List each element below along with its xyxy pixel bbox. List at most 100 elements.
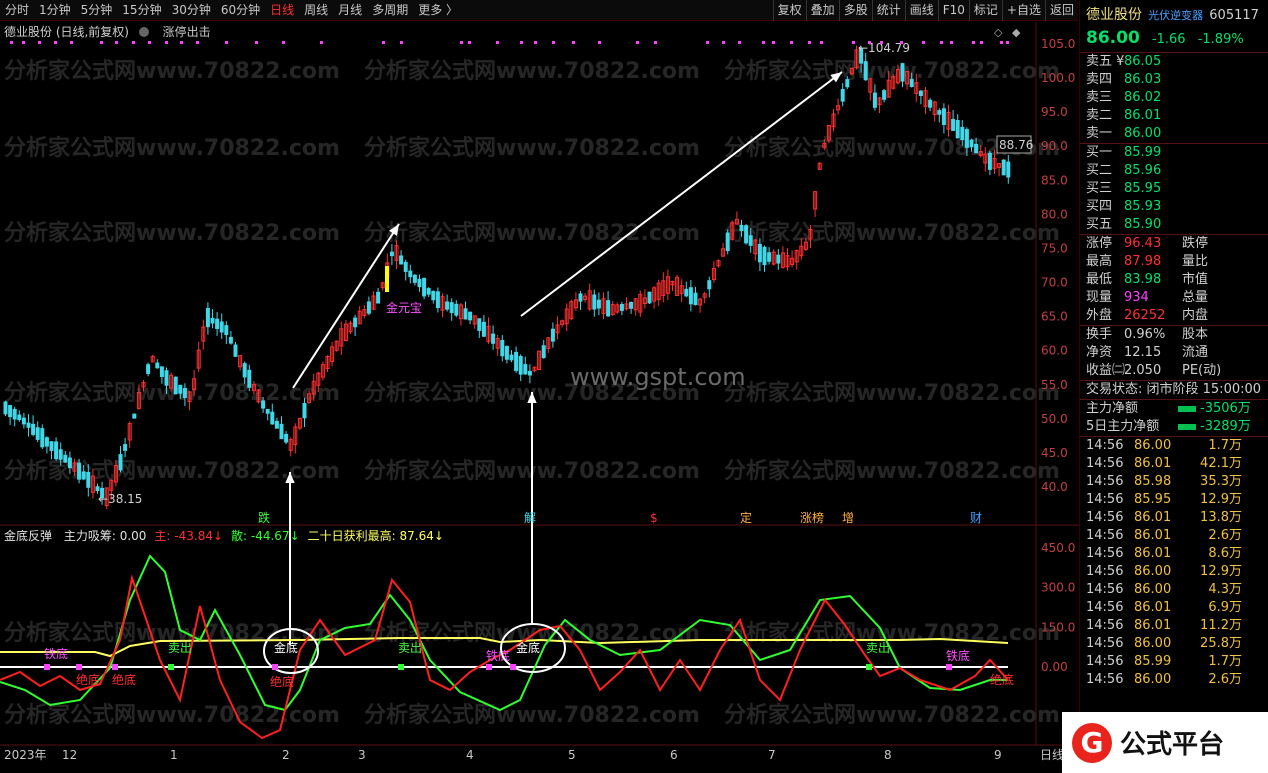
candle-body — [164, 370, 169, 386]
signal-dot — [852, 41, 855, 44]
trade-status: 交易状态: 闭市阶段 15:00:00 — [1086, 382, 1262, 397]
ask-row-3: 卖二 86.01 — [1086, 108, 1162, 123]
flow-bar-icon — [1178, 406, 1196, 412]
last-price: 86.00 — [1086, 28, 1140, 48]
candle-body — [619, 303, 624, 311]
candle-body — [261, 400, 266, 409]
candle-body — [523, 364, 528, 375]
tick-row: 14:56 86.01 2.6万 — [1086, 528, 1242, 543]
candle-body — [900, 63, 905, 82]
signal-dot — [808, 41, 811, 44]
fund-flows: 主力净额 -3506万 5日主力净额 -3289万 — [1080, 400, 1268, 436]
tick-row: 14:56 86.00 4.3万 — [1086, 582, 1242, 597]
signal-dot — [598, 41, 601, 44]
signal-dot — [790, 41, 793, 44]
candle-body — [725, 232, 730, 252]
x-axis-label: 12 — [62, 748, 77, 762]
stat-row-2: 最低 83.98 市值 — [1086, 272, 1209, 287]
event-label: 财 — [970, 511, 982, 525]
candle-body — [26, 422, 31, 428]
signal-square — [44, 664, 50, 670]
stat2-row-2: 收益㈡ 2.050 PE(动) — [1086, 363, 1222, 378]
candle-body — [514, 351, 519, 371]
x-axis-label: 7 — [768, 748, 776, 762]
candle-body — [1006, 161, 1011, 178]
signal-square — [76, 664, 82, 670]
price-tick-label: 80.0 — [1041, 207, 1068, 221]
candle-body — [417, 278, 422, 288]
x-axis-label: 2023年 — [4, 748, 47, 762]
price-tick-label: 105.0 — [1041, 37, 1075, 51]
candle-body — [412, 274, 417, 283]
stat-row-4: 外盘 26252 内盘 — [1086, 308, 1209, 323]
candle-body — [265, 408, 270, 414]
logo-g-icon: G — [1072, 722, 1112, 763]
sell-signal-label: 卖出 — [168, 641, 192, 655]
signal-dot — [148, 41, 151, 44]
watermark-text: 分析家公式网www.70822.com — [364, 220, 700, 246]
event-label: 跌 — [258, 510, 270, 525]
chart-canvas[interactable]: 分析家公式网www.70822.com 分析家公式网www.70822.com 分析… — [0, 0, 1079, 773]
candle-body — [707, 280, 712, 290]
candle-body — [1001, 159, 1006, 176]
signal-dot — [950, 41, 953, 44]
bid-row-1: 买二 85.96 — [1086, 163, 1162, 178]
signal-dot — [980, 41, 983, 44]
candle-body — [422, 277, 427, 297]
signal-dot — [320, 41, 323, 44]
indicator-signal-label: 铁底 — [946, 648, 970, 663]
candle-body — [578, 293, 583, 302]
candle-body — [270, 411, 275, 425]
candle-body — [408, 270, 413, 278]
candle-body — [840, 89, 845, 102]
stats-table: 涨停 96.43 跌停 最高 87.98 量比 最低 83.98 市值 现量 934 总量 外盘 2625… — [1080, 235, 1268, 325]
candle-body — [67, 457, 72, 469]
candle-body — [739, 224, 744, 232]
watermark-text: 分析家公式网www.70822.com — [4, 58, 340, 84]
sell-signal-label: 卖出 — [398, 641, 422, 655]
signal-square — [510, 664, 516, 670]
ask-row-1: 卖四 86.03 — [1086, 72, 1162, 87]
candle-body — [541, 345, 546, 359]
candle-body — [500, 339, 505, 357]
price-pct: -1.89% — [1197, 32, 1244, 47]
candle-body — [748, 235, 753, 246]
candle-body — [21, 417, 26, 425]
quote-header: 德业股份 光伏逆变器 605117 — [1080, 0, 1268, 28]
signal-dot — [468, 41, 471, 44]
candle-body — [17, 414, 22, 421]
indicator-signal-label: 绝底 — [112, 672, 136, 687]
indicator-signal-label: 绝底 — [270, 674, 294, 689]
event-label: 解 — [524, 511, 536, 525]
signal-dot — [70, 41, 73, 44]
candle-body — [509, 354, 514, 361]
candle-body — [951, 118, 956, 131]
signal-dot — [922, 41, 925, 44]
candle-body — [647, 291, 652, 304]
signal-dot — [22, 41, 25, 44]
x-axis-right-label: 日线 — [1040, 748, 1064, 762]
tick-row: 14:56 86.00 2.6万 — [1086, 672, 1242, 687]
x-axis-label: 3 — [358, 748, 366, 762]
signal-square — [866, 664, 872, 670]
candle-body — [592, 294, 597, 310]
signal-dot — [880, 41, 883, 44]
signal-dot — [900, 41, 903, 44]
tick-row: 14:56 85.95 12.9万 — [1086, 492, 1242, 507]
candle-body — [49, 441, 54, 451]
candle-body — [155, 362, 160, 369]
candle-body — [146, 364, 151, 374]
watermark-text: 分析家公式网www.70822.com — [724, 458, 1060, 484]
sector-tag[interactable]: 光伏逆变器 — [1148, 9, 1203, 22]
price-tick-label: 70.0 — [1041, 276, 1068, 290]
ask-book: 卖五 ¥86.05 卖四 86.03 卖三 86.02 卖二 86.01 卖一 86.00 — [1080, 53, 1268, 143]
candle-body — [435, 291, 440, 309]
candle-body — [629, 301, 634, 309]
candle-body — [481, 321, 486, 337]
signal-dot — [196, 41, 199, 44]
price-tick-label: 65.0 — [1041, 310, 1068, 324]
candle-body — [210, 317, 215, 324]
price-row: 86.00 -1.66 -1.89% — [1080, 28, 1268, 52]
watermark-text: 分析家公式网www.70822.com — [724, 702, 1060, 728]
x-axis-label: 6 — [670, 748, 678, 762]
